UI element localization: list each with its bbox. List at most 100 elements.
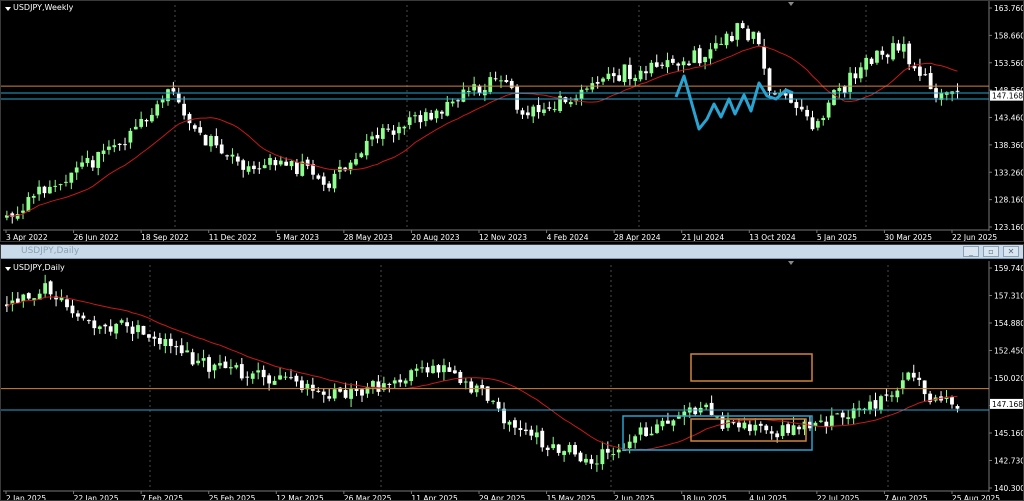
candle-body xyxy=(218,363,222,366)
candle-body xyxy=(434,110,439,119)
candle-body xyxy=(879,396,883,411)
candle-body xyxy=(349,388,353,399)
candle-body xyxy=(928,73,933,90)
candle-body xyxy=(43,283,48,294)
candle-body xyxy=(746,28,750,41)
candle-body xyxy=(436,365,441,373)
candle-body xyxy=(387,383,392,385)
candle-body xyxy=(568,102,573,105)
candle-body xyxy=(119,320,124,323)
candle-body xyxy=(187,113,192,124)
price-tick-label: 140.300 xyxy=(994,484,1024,493)
candle-body xyxy=(540,430,545,448)
candle-body xyxy=(848,72,852,92)
candle-body xyxy=(531,106,536,117)
candle-body xyxy=(321,176,326,185)
candle-body xyxy=(534,432,539,438)
candle-body xyxy=(633,77,638,81)
candle-body xyxy=(869,58,874,64)
price-tick-label: 143.460 xyxy=(994,114,1024,123)
candle-body xyxy=(21,294,26,302)
candle-body xyxy=(359,153,364,158)
candle-body xyxy=(477,85,482,94)
candle-body xyxy=(873,400,878,409)
candle-body xyxy=(228,367,233,369)
date-label: 25 Feb 2025 xyxy=(209,494,256,501)
current-price-label: 147.168 xyxy=(992,400,1023,409)
candle-body xyxy=(780,425,785,436)
candle-body xyxy=(923,74,928,76)
candle-body xyxy=(155,104,160,116)
candle-body xyxy=(192,125,197,129)
candle-body xyxy=(101,150,106,154)
candle-body xyxy=(139,118,144,127)
date-label: 2 Jan 2025 xyxy=(6,494,46,501)
candle-body xyxy=(391,130,396,135)
candle-body xyxy=(611,454,616,456)
candle-body xyxy=(257,168,262,170)
candle-body xyxy=(868,401,872,411)
candle-body xyxy=(179,345,184,354)
candle-body xyxy=(463,381,468,383)
candle-body xyxy=(212,364,217,371)
candle-body xyxy=(316,175,321,179)
candle-body xyxy=(26,197,31,212)
candle-body xyxy=(69,172,74,183)
daily-chart-window[interactable]: USDJPY,Daily _ ▫ ✕ USDJPY,Daily 159.740 1… xyxy=(0,244,1024,501)
candle-body xyxy=(835,413,840,415)
candle-body xyxy=(829,415,834,427)
candle-body xyxy=(810,117,815,130)
candle-body xyxy=(488,77,493,92)
candle-body xyxy=(80,162,84,167)
candle-body xyxy=(97,326,102,329)
candle-body xyxy=(595,82,600,84)
candle-body xyxy=(375,134,380,139)
weekly-price-chart[interactable]: 163.760158.660153.560148.560143.460138.3… xyxy=(1,1,1024,242)
candle-body xyxy=(316,390,321,392)
candle-body xyxy=(703,57,707,63)
candle-body xyxy=(513,420,517,428)
candle-body xyxy=(273,160,278,166)
candle-body xyxy=(234,365,239,368)
candle-body xyxy=(912,66,917,69)
candle-body xyxy=(327,396,332,399)
candle-body xyxy=(123,144,127,146)
weekly-chart-window[interactable]: USDJPY,Weekly 163.760 158.660 153.560 148.5… xyxy=(0,0,1024,242)
candle-body xyxy=(529,429,534,436)
candle-body xyxy=(720,415,725,429)
candle-body xyxy=(174,346,179,348)
candle-body xyxy=(327,183,332,188)
candle-body xyxy=(520,110,525,115)
date-label: 22 Jun 2025 xyxy=(952,233,997,242)
date-label: 22 Jul 2025 xyxy=(817,494,860,501)
candle-body xyxy=(567,444,572,453)
date-label: 11 Dec 2022 xyxy=(209,233,257,242)
candle-body xyxy=(209,135,213,147)
candle-body xyxy=(573,445,577,455)
daily-price-chart[interactable]: 159.740157.310154.880152.450150.020147.5… xyxy=(1,245,1024,501)
candle-body xyxy=(730,36,734,42)
candle-body xyxy=(578,452,583,462)
candle-body xyxy=(284,161,289,166)
candle-body xyxy=(665,60,670,68)
price-tick-label: 128.160 xyxy=(994,196,1024,205)
candle-body xyxy=(53,185,58,187)
candle-body xyxy=(223,361,228,369)
candle-body xyxy=(267,375,272,384)
candle-body xyxy=(737,422,741,428)
candle-body xyxy=(81,315,86,319)
candle-body xyxy=(922,380,927,395)
candle-body xyxy=(278,375,282,380)
price-tick-label: 150.020 xyxy=(994,374,1024,383)
moving-average-line xyxy=(6,296,958,451)
candle-body xyxy=(414,368,419,371)
candle-body xyxy=(418,115,423,123)
candle-body xyxy=(360,389,364,396)
candle-body xyxy=(491,400,496,402)
candle-body xyxy=(600,449,605,465)
candle-body xyxy=(147,334,151,338)
candle-body xyxy=(245,376,250,378)
candle-body xyxy=(21,210,25,213)
price-tick-label: 153.560 xyxy=(994,59,1024,68)
candle-body xyxy=(622,64,627,83)
